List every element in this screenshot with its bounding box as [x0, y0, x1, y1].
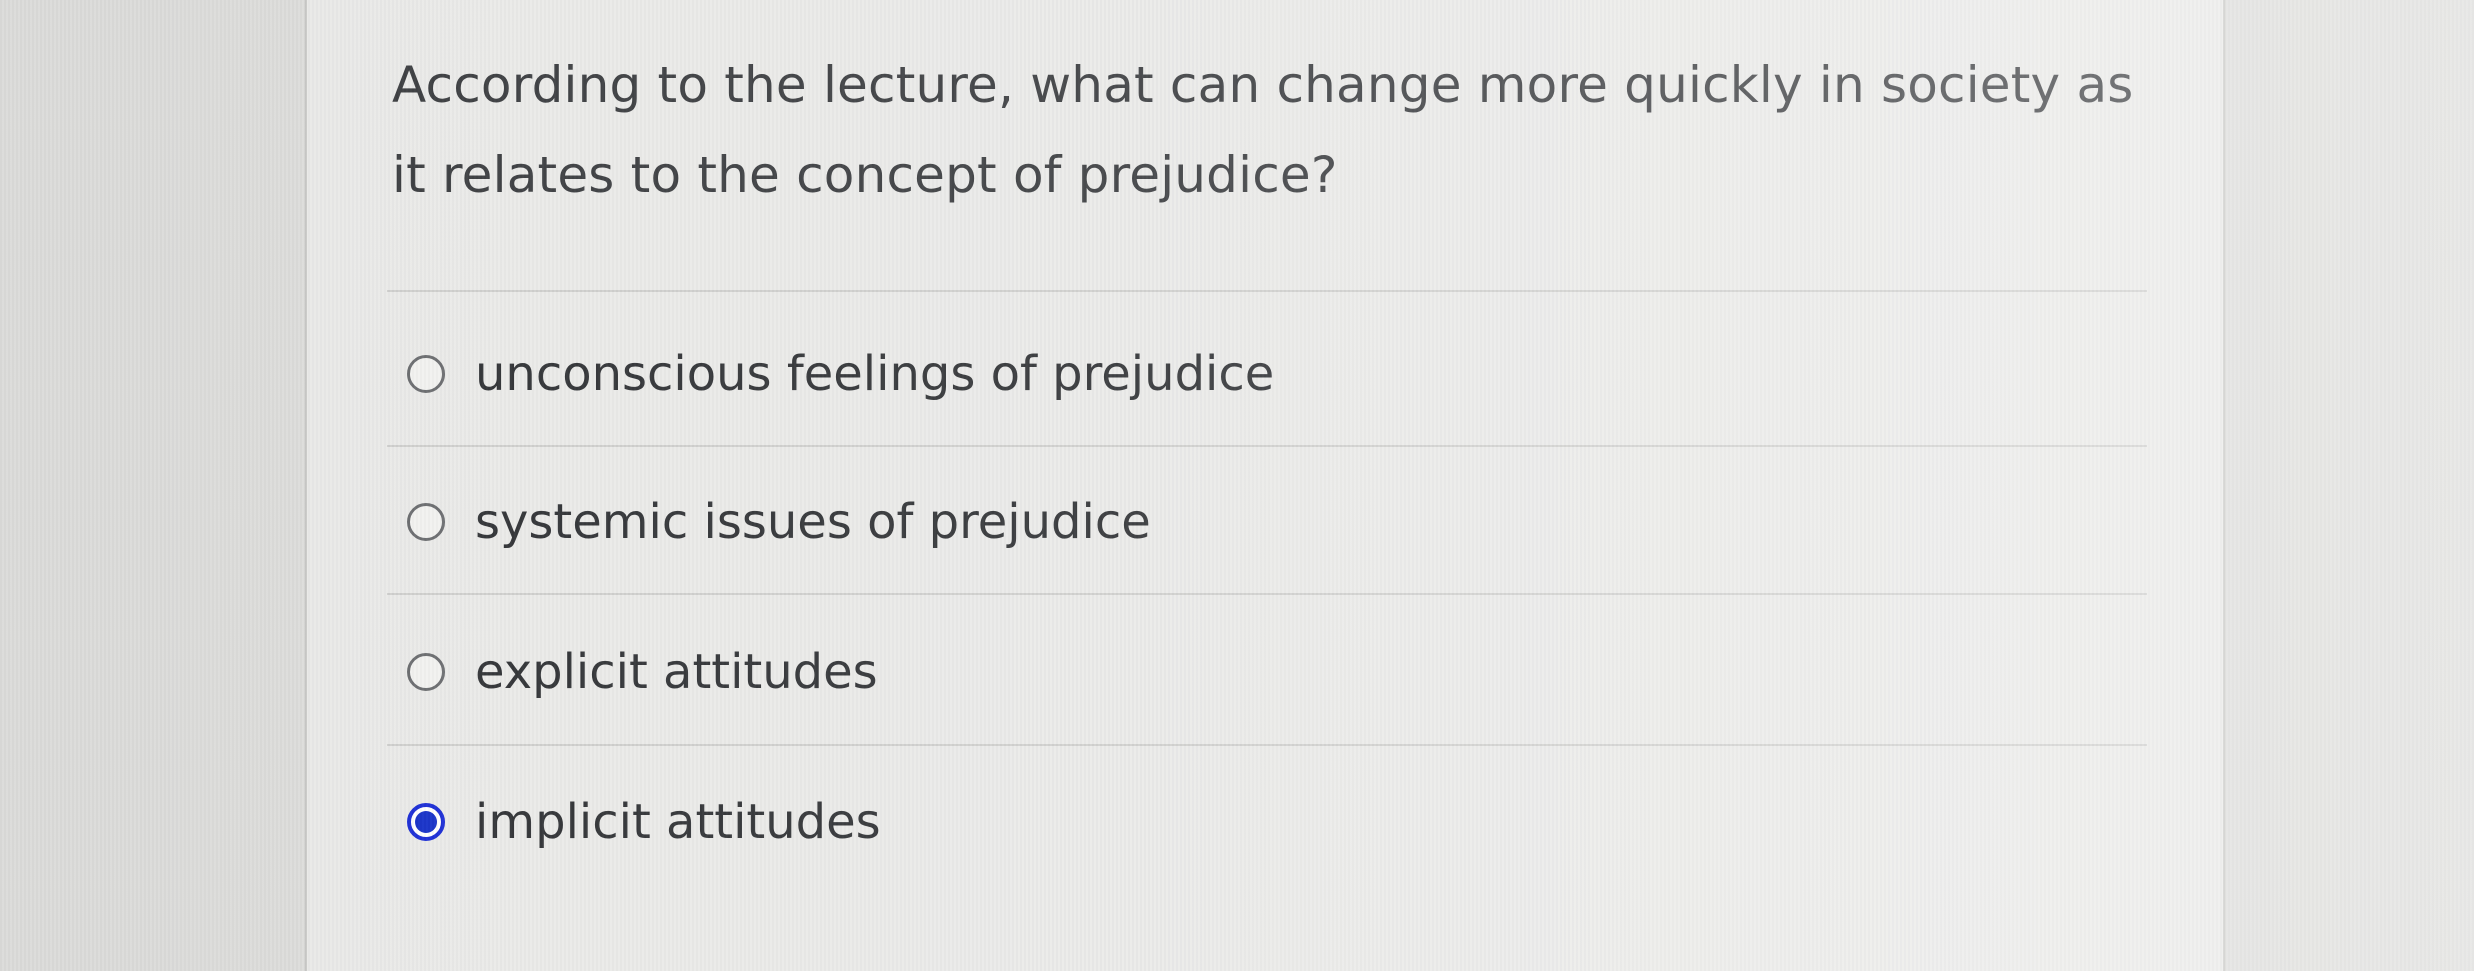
- divider: [387, 445, 2147, 447]
- divider: [387, 593, 2147, 595]
- question-card: According to the lecture, what can chang…: [305, 0, 2225, 971]
- radio-button-icon[interactable]: [407, 653, 445, 691]
- answer-option-label: systemic issues of prejudice: [475, 494, 1151, 550]
- question-text: According to the lecture, what can chang…: [392, 56, 2134, 204]
- answer-option-systemic-issues[interactable]: systemic issues of prejudice: [407, 482, 1151, 562]
- answer-option-label: explicit attitudes: [475, 644, 878, 700]
- divider: [387, 744, 2147, 746]
- radio-button-icon[interactable]: [407, 355, 445, 393]
- answer-option-label: unconscious feelings of prejudice: [475, 346, 1275, 402]
- selected-radio-button-icon[interactable]: [407, 803, 445, 841]
- answer-option-label: implicit attitudes: [475, 794, 881, 850]
- divider: [387, 290, 2147, 292]
- answer-option-implicit-attitudes[interactable]: implicit attitudes: [407, 782, 881, 862]
- answer-option-explicit-attitudes[interactable]: explicit attitudes: [407, 632, 878, 712]
- radio-button-icon[interactable]: [407, 503, 445, 541]
- answer-option-unconscious-feelings[interactable]: unconscious feelings of prejudice: [407, 334, 1274, 414]
